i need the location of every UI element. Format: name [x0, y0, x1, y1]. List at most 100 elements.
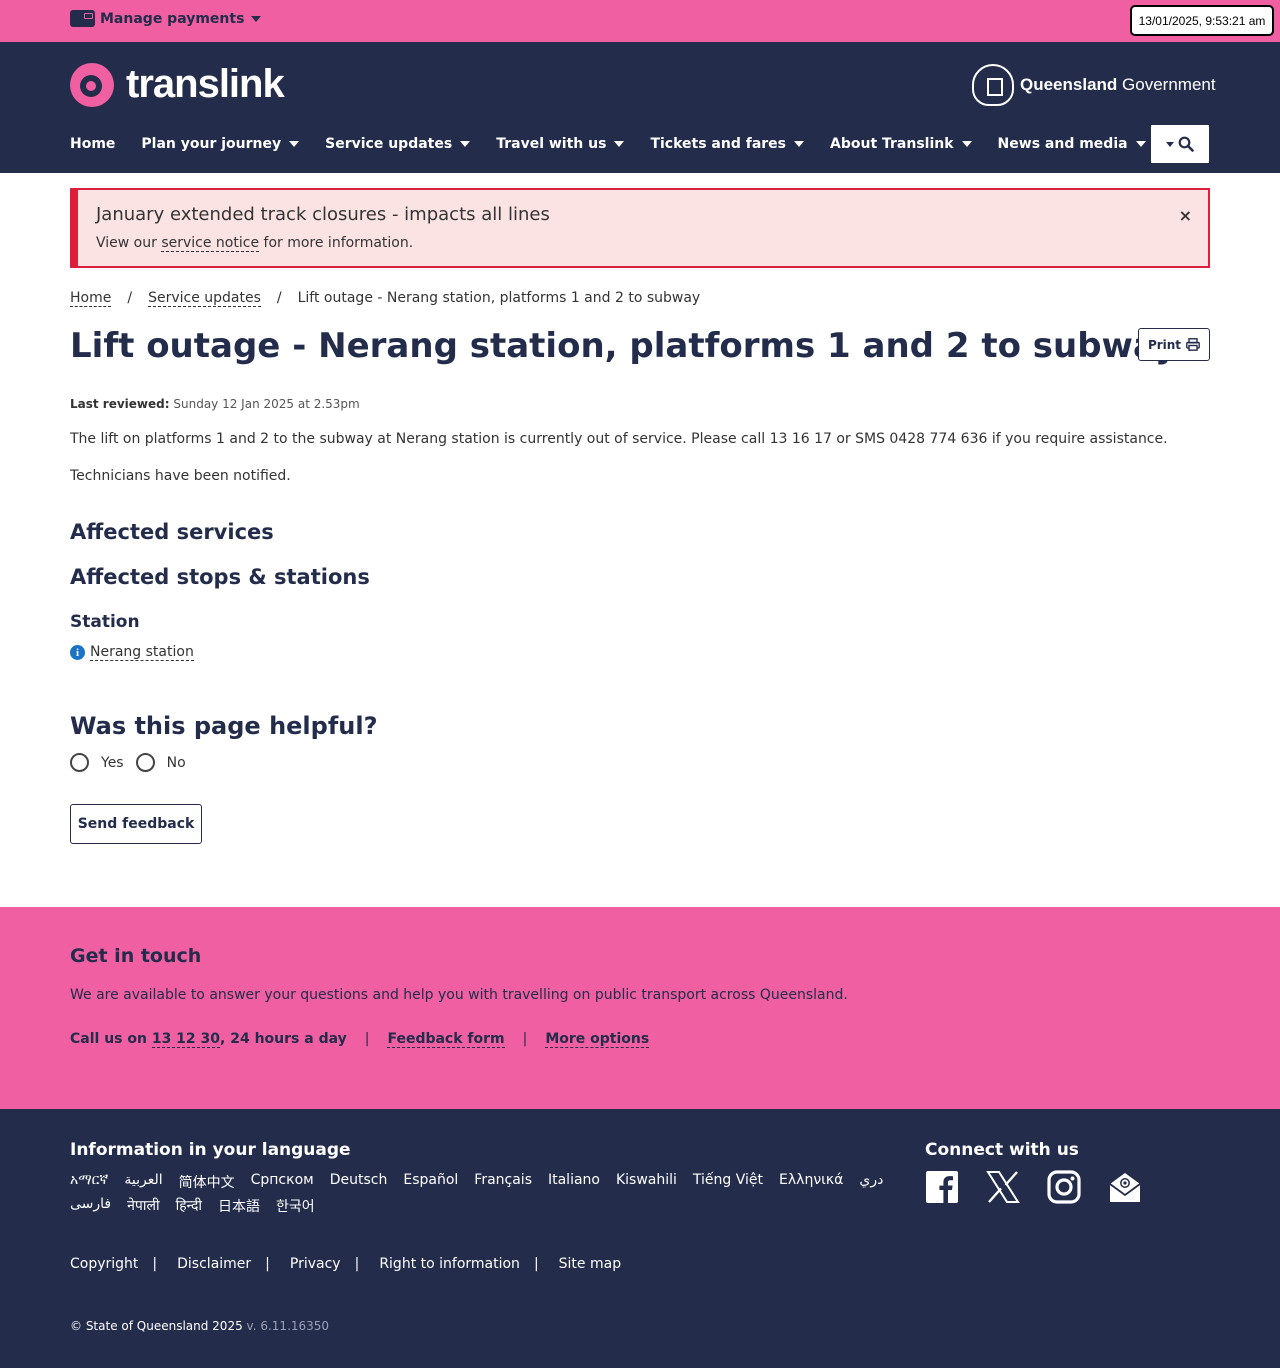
get-in-touch-section: Get in touch We are available to answer …: [0, 907, 1280, 1109]
station-item: i Nerang station: [70, 644, 194, 661]
language-link[interactable]: Ελληνικά: [779, 1172, 843, 1192]
translink-logo[interactable]: translink: [70, 62, 285, 107]
language-link[interactable]: Tiếng Việt: [693, 1172, 763, 1192]
link-separator: |: [522, 1031, 528, 1047]
nav-item-tickets-and-fares[interactable]: Tickets and fares: [650, 134, 804, 154]
footer-link-disclaimer[interactable]: Disclaimer: [177, 1256, 251, 1272]
close-icon[interactable]: ×: [1179, 206, 1192, 225]
nav-item-label: Tickets and fares: [650, 136, 786, 152]
email-icon[interactable]: [1108, 1170, 1142, 1204]
language-link[interactable]: አማርኛ: [70, 1172, 108, 1192]
search-icon: [1178, 136, 1194, 152]
language-link[interactable]: नेपाली: [127, 1196, 159, 1216]
nav-item-about-translink[interactable]: About Translink: [830, 134, 972, 154]
feedback-form-link[interactable]: Feedback form: [387, 1031, 505, 1048]
footer-link-privacy[interactable]: Privacy: [290, 1256, 341, 1272]
language-list: አማርኛ العربية 简体中文 Српском Deutsch Español Fran…: [70, 1172, 900, 1216]
affected-services-heading: Affected services: [70, 520, 274, 544]
footer-links: Copyright | Disclaimer | Privacy | Right to in…: [70, 1256, 621, 1272]
x-icon[interactable]: [986, 1170, 1020, 1204]
nav-item-label: About Translink: [830, 136, 954, 152]
translink-logo-icon: [70, 62, 114, 107]
call-us-text: Call us on 13 12 30, 24 hours a day: [70, 1031, 347, 1048]
phone-link[interactable]: 13 12 30: [151, 1031, 221, 1048]
crest-icon: [972, 64, 1014, 106]
chevron-down-icon: [289, 141, 300, 147]
alert-body: View our service notice for more informa…: [96, 235, 414, 252]
breadcrumb-service-updates[interactable]: Service updates: [148, 290, 261, 307]
footer-link-site-map[interactable]: Site map: [559, 1256, 621, 1272]
nav-item-label: News and media: [997, 136, 1128, 152]
instagram-icon[interactable]: [1047, 1170, 1081, 1204]
station-heading: Station: [70, 612, 140, 632]
chevron-down-icon: [460, 141, 471, 147]
yes-radio[interactable]: [70, 753, 89, 772]
language-link[interactable]: Deutsch: [330, 1172, 388, 1192]
language-link[interactable]: Español: [403, 1172, 458, 1192]
technicians-note: Technicians have been notified.: [70, 468, 291, 484]
language-link[interactable]: العربية: [124, 1172, 162, 1192]
manage-payments-label: Manage payments: [100, 10, 245, 27]
nav-item-label: Home: [70, 136, 116, 152]
language-heading: Information in your language: [70, 1140, 351, 1160]
social-links: [925, 1170, 1169, 1204]
print-label: Print: [1147, 337, 1182, 352]
language-link[interactable]: Italiano: [548, 1172, 600, 1192]
affected-stops-heading: Affected stops & stations: [70, 565, 370, 589]
nav-item-service-updates[interactable]: Service updates: [325, 134, 471, 154]
contact-links: Call us on 13 12 30, 24 hours a day | Fe…: [70, 1031, 650, 1048]
nerang-station-link[interactable]: Nerang station: [90, 644, 194, 661]
site-footer: Information in your language አማርኛ العربية…: [0, 1109, 1280, 1368]
footer-link-separator: |: [354, 1256, 360, 1272]
send-feedback-button[interactable]: Send feedback: [70, 804, 202, 844]
no-label: No: [166, 754, 186, 771]
language-link[interactable]: Français: [474, 1172, 532, 1192]
queensland-government-logo[interactable]: Queensland Government: [972, 64, 1216, 106]
chevron-down-icon: [794, 141, 804, 147]
facebook-icon[interactable]: [925, 1170, 959, 1204]
nav-item-home[interactable]: Home: [70, 134, 115, 154]
language-link[interactable]: हिन्दी: [176, 1196, 202, 1216]
no-radio[interactable]: [135, 753, 155, 772]
nav-item-label: Plan your journey: [141, 136, 282, 152]
language-link[interactable]: 简体中文: [179, 1172, 235, 1192]
nav-item-news-and-media[interactable]: News and media: [998, 134, 1146, 154]
footer-link-separator: |: [152, 1256, 158, 1272]
site-header: translink Queensland Government Home Plan…: [0, 42, 1280, 173]
footer-link-copyright[interactable]: Copyright: [70, 1256, 138, 1272]
language-link[interactable]: فارسی: [70, 1196, 111, 1216]
chevron-down-icon: [1135, 141, 1146, 147]
more-options-link[interactable]: More options: [545, 1031, 650, 1048]
nav-item-travel-with-us[interactable]: Travel with us: [496, 134, 625, 154]
print-button[interactable]: Print: [1138, 328, 1210, 361]
get-in-touch-heading: Get in touch: [70, 945, 202, 967]
search-button[interactable]: [1151, 125, 1209, 163]
nav-item-label: Service updates: [325, 136, 453, 152]
manage-payments-menu[interactable]: Manage payments: [70, 10, 262, 27]
connect-heading: Connect with us: [925, 1140, 1079, 1160]
last-reviewed: Last reviewed: Sunday 12 Jan 2025 at 2.5…: [70, 397, 360, 411]
nav-item-plan-your-journey[interactable]: Plan your journey: [141, 134, 300, 154]
breadcrumb-current: Lift outage - Nerang station, platforms …: [297, 290, 701, 306]
page-title: Lift outage - Nerang station, platforms …: [70, 326, 1178, 366]
breadcrumb-separator: /: [127, 290, 133, 306]
service-alert: January extended track closures - impact…: [70, 188, 1210, 268]
service-notice-link[interactable]: service notice: [161, 235, 260, 252]
helpful-heading: Was this page helpful?: [70, 712, 378, 740]
nav-item-label: Travel with us: [496, 136, 607, 152]
chevron-down-icon: [251, 15, 262, 22]
info-icon: i: [70, 645, 85, 660]
yes-label: Yes: [101, 754, 124, 771]
language-link[interactable]: 日本語: [218, 1196, 260, 1216]
link-separator: |: [364, 1031, 370, 1047]
copyright-text: © State of Queensland 2025 v. 6.11.16350: [70, 1319, 330, 1333]
footer-link-right-to-information[interactable]: Right to information: [379, 1256, 520, 1272]
chevron-down-icon: [1166, 141, 1174, 147]
language-link[interactable]: Српском: [251, 1172, 314, 1192]
breadcrumb-home[interactable]: Home: [70, 290, 112, 307]
language-link[interactable]: دري: [859, 1172, 883, 1192]
footer-link-separator: |: [533, 1256, 539, 1272]
language-link[interactable]: 한국어: [276, 1196, 315, 1216]
main-nav: Home Plan your journey Service updates Trav…: [70, 134, 1172, 154]
language-link[interactable]: Kiswahili: [616, 1172, 677, 1192]
